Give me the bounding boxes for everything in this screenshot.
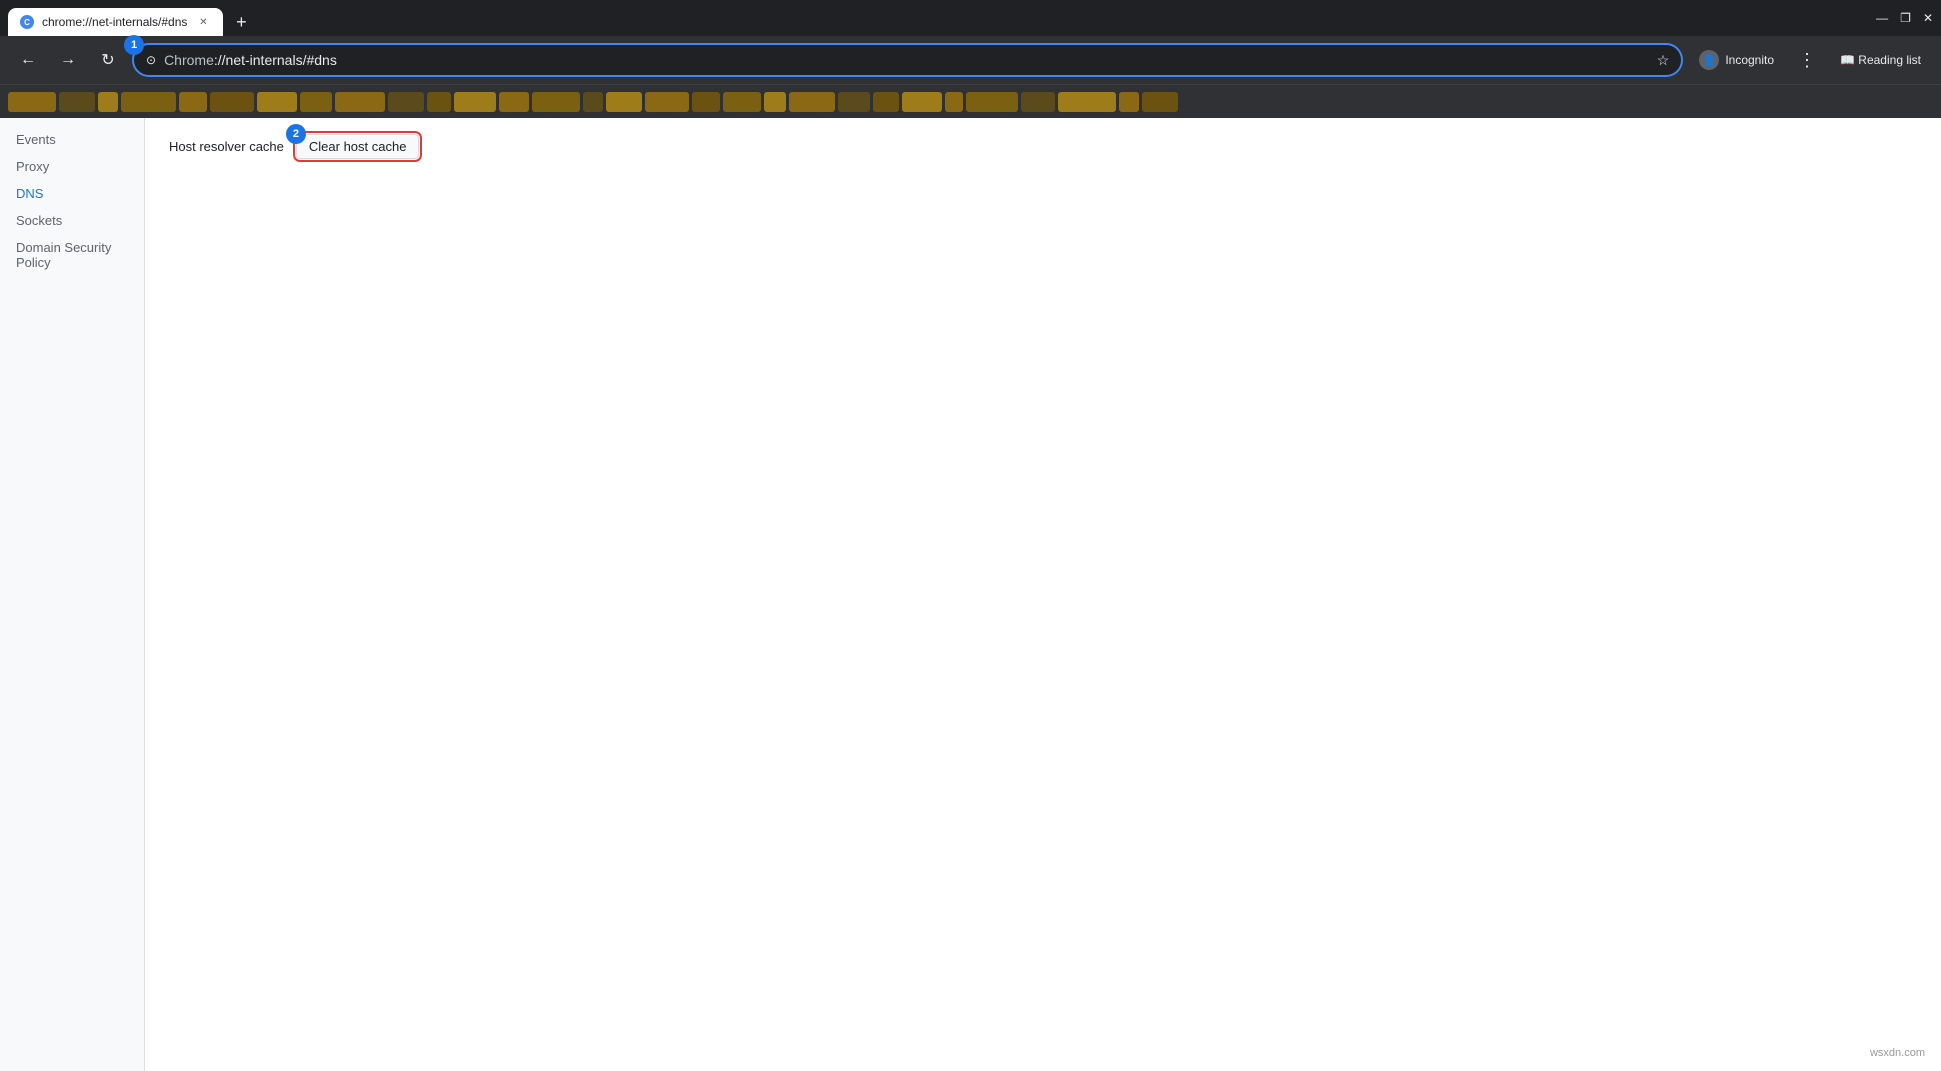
sidebar-item-sockets[interactable]: Sockets xyxy=(0,207,144,234)
nav-bar: ← → ↻ 1 ⊙ Chrome://net-internals/#dns ☆ … xyxy=(0,36,1941,84)
bookmarks-bar xyxy=(0,84,1941,118)
bookmark-item[interactable] xyxy=(945,92,963,112)
sidebar: Events Proxy DNS Sockets Domain Security… xyxy=(0,118,145,1071)
bookmark-item[interactable] xyxy=(1119,92,1139,112)
bookmark-item[interactable] xyxy=(789,92,835,112)
bookmark-item[interactable] xyxy=(1058,92,1116,112)
bookmark-star-icon[interactable]: ☆ xyxy=(1657,52,1670,69)
bookmark-item[interactable] xyxy=(1142,92,1178,112)
bookmark-item[interactable] xyxy=(583,92,603,112)
bookmark-item[interactable] xyxy=(645,92,689,112)
bookmark-item[interactable] xyxy=(764,92,786,112)
lock-icon: ⊙ xyxy=(146,53,156,67)
tab-bar: C chrome://net-internals/#dns ✕ + xyxy=(8,0,1868,36)
incognito-icon: 👤 xyxy=(1699,50,1719,70)
sidebar-item-proxy[interactable]: Proxy xyxy=(0,153,144,180)
bookmark-item[interactable] xyxy=(8,92,56,112)
sidebar-item-events[interactable]: Events xyxy=(0,126,144,153)
title-bar: C chrome://net-internals/#dns ✕ + — ❐ ✕ xyxy=(0,0,1941,36)
content-area: Events Proxy DNS Sockets Domain Security… xyxy=(0,118,1941,1071)
bookmark-item[interactable] xyxy=(692,92,720,112)
url-text: Chrome://net-internals/#dns xyxy=(164,52,1649,68)
bookmark-item[interactable] xyxy=(966,92,1018,112)
sidebar-item-domain-security-policy[interactable]: Domain Security Policy xyxy=(0,234,144,276)
bookmark-item[interactable] xyxy=(98,92,118,112)
address-bar[interactable]: ⊙ Chrome://net-internals/#dns ☆ xyxy=(132,43,1683,77)
address-bar-container: 1 ⊙ Chrome://net-internals/#dns ☆ xyxy=(132,43,1683,77)
bookmark-item[interactable] xyxy=(300,92,332,112)
url-highlight: ://net-internals/#dns xyxy=(214,52,337,68)
clear-host-cache-button[interactable]: Clear host cache xyxy=(296,134,420,159)
bookmark-item[interactable] xyxy=(873,92,899,112)
host-resolver-row: Host resolver cache 2 Clear host cache xyxy=(169,134,1917,159)
bookmark-item[interactable] xyxy=(388,92,424,112)
bookmark-item[interactable] xyxy=(902,92,942,112)
tab-favicon: C xyxy=(20,15,34,29)
bookmark-item[interactable] xyxy=(121,92,176,112)
bookmark-item[interactable] xyxy=(335,92,385,112)
annotation-badge-1: 1 xyxy=(124,35,144,55)
back-button[interactable]: ← xyxy=(12,44,44,76)
host-resolver-label: Host resolver cache xyxy=(169,139,284,154)
menu-button[interactable]: ⋮ xyxy=(1790,46,1824,75)
minimize-button[interactable]: — xyxy=(1876,11,1888,25)
bookmark-item[interactable] xyxy=(427,92,451,112)
bookmark-item[interactable] xyxy=(210,92,254,112)
tab-title: chrome://net-internals/#dns xyxy=(42,15,187,29)
annotation-badge-2: 2 xyxy=(286,124,306,144)
reading-list-button[interactable]: 📖 Reading list xyxy=(1832,49,1929,71)
main-panel: Host resolver cache 2 Clear host cache w… xyxy=(145,118,1941,1071)
bookmark-item[interactable] xyxy=(838,92,870,112)
restore-button[interactable]: ❐ xyxy=(1900,11,1911,25)
bookmark-item[interactable] xyxy=(257,92,297,112)
reading-list-label: 📖 Reading list xyxy=(1840,53,1921,67)
bookmark-item[interactable] xyxy=(723,92,761,112)
url-prefix: Chrome xyxy=(164,52,214,68)
active-tab[interactable]: C chrome://net-internals/#dns ✕ xyxy=(8,8,223,36)
forward-button[interactable]: → xyxy=(52,44,84,76)
bookmark-item[interactable] xyxy=(179,92,207,112)
tab-close-button[interactable]: ✕ xyxy=(195,14,211,30)
bookmark-item[interactable] xyxy=(532,92,580,112)
bookmark-item[interactable] xyxy=(454,92,496,112)
bookmark-item[interactable] xyxy=(59,92,95,112)
clear-host-cache-wrapper: 2 Clear host cache xyxy=(296,134,420,159)
bookmark-item[interactable] xyxy=(606,92,642,112)
new-tab-button[interactable]: + xyxy=(227,8,255,36)
incognito-button[interactable]: 👤 Incognito xyxy=(1691,46,1782,74)
bookmark-item[interactable] xyxy=(1021,92,1055,112)
window-controls: — ❐ ✕ xyxy=(1876,11,1933,25)
bookmark-item[interactable] xyxy=(499,92,529,112)
refresh-button[interactable]: ↻ xyxy=(92,44,124,76)
incognito-label: Incognito xyxy=(1725,53,1774,67)
sidebar-item-dns[interactable]: DNS xyxy=(0,180,144,207)
close-button[interactable]: ✕ xyxy=(1923,11,1933,25)
watermark: wsxdn.com xyxy=(1870,1047,1925,1059)
